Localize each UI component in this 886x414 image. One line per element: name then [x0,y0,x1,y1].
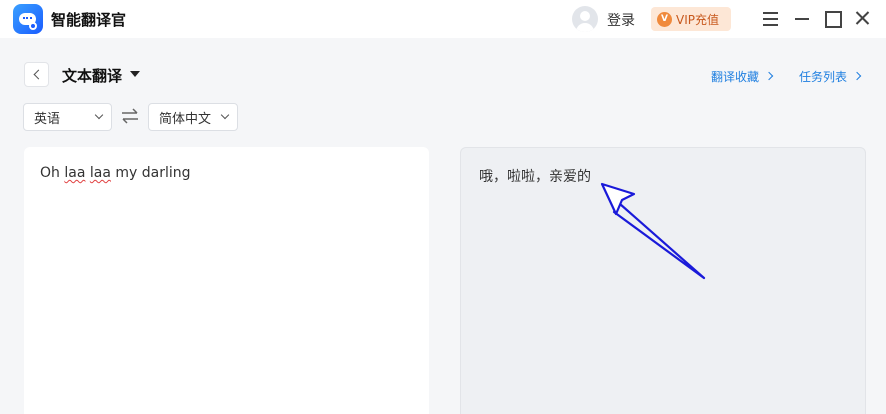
caret-down-icon[interactable] [130,71,140,77]
close-icon[interactable] [853,9,873,29]
spellcheck-word: laa [64,165,86,181]
source-text[interactable]: Oh laa laa my darling [40,165,191,181]
menu-icon[interactable] [761,9,781,29]
page-title: 文本翻译 [62,67,123,85]
app-logo-icon [13,4,43,34]
chevron-right-icon[interactable] [764,71,774,81]
vip-label: VIP充值 [676,12,719,27]
back-button[interactable] [24,62,49,87]
chevron-down-icon [220,110,230,120]
translation-text: 哦，啦啦，亲爱的 [479,169,591,185]
favorites-link[interactable]: 翻译收藏 [711,68,759,85]
maximize-icon[interactable] [823,9,843,29]
minimize-icon[interactable] [793,9,813,29]
task-list-link[interactable]: 任务列表 [799,68,847,85]
annotation-arrow-icon [600,182,706,280]
app-title: 智能翻译官 [51,11,127,29]
chevron-right-icon[interactable] [852,71,862,81]
spellcheck-word: laa [89,165,111,181]
vip-recharge-button[interactable]: V VIP充值 [651,7,731,31]
source-language-label: 英语 [34,111,61,127]
source-text-area[interactable]: Oh laa laa my darling [24,147,429,414]
vip-badge-icon: V [657,11,672,27]
avatar-icon[interactable] [572,6,598,32]
title-bar: 智能翻译官 登录 V VIP充值 [0,0,886,38]
target-language-select[interactable]: 简体中文 [148,103,238,131]
source-language-select[interactable]: 英语 [23,103,112,131]
chevron-down-icon [94,110,104,120]
swap-icon[interactable] [121,108,139,124]
target-language-label: 简体中文 [159,111,212,127]
login-link[interactable]: 登录 [607,10,635,30]
